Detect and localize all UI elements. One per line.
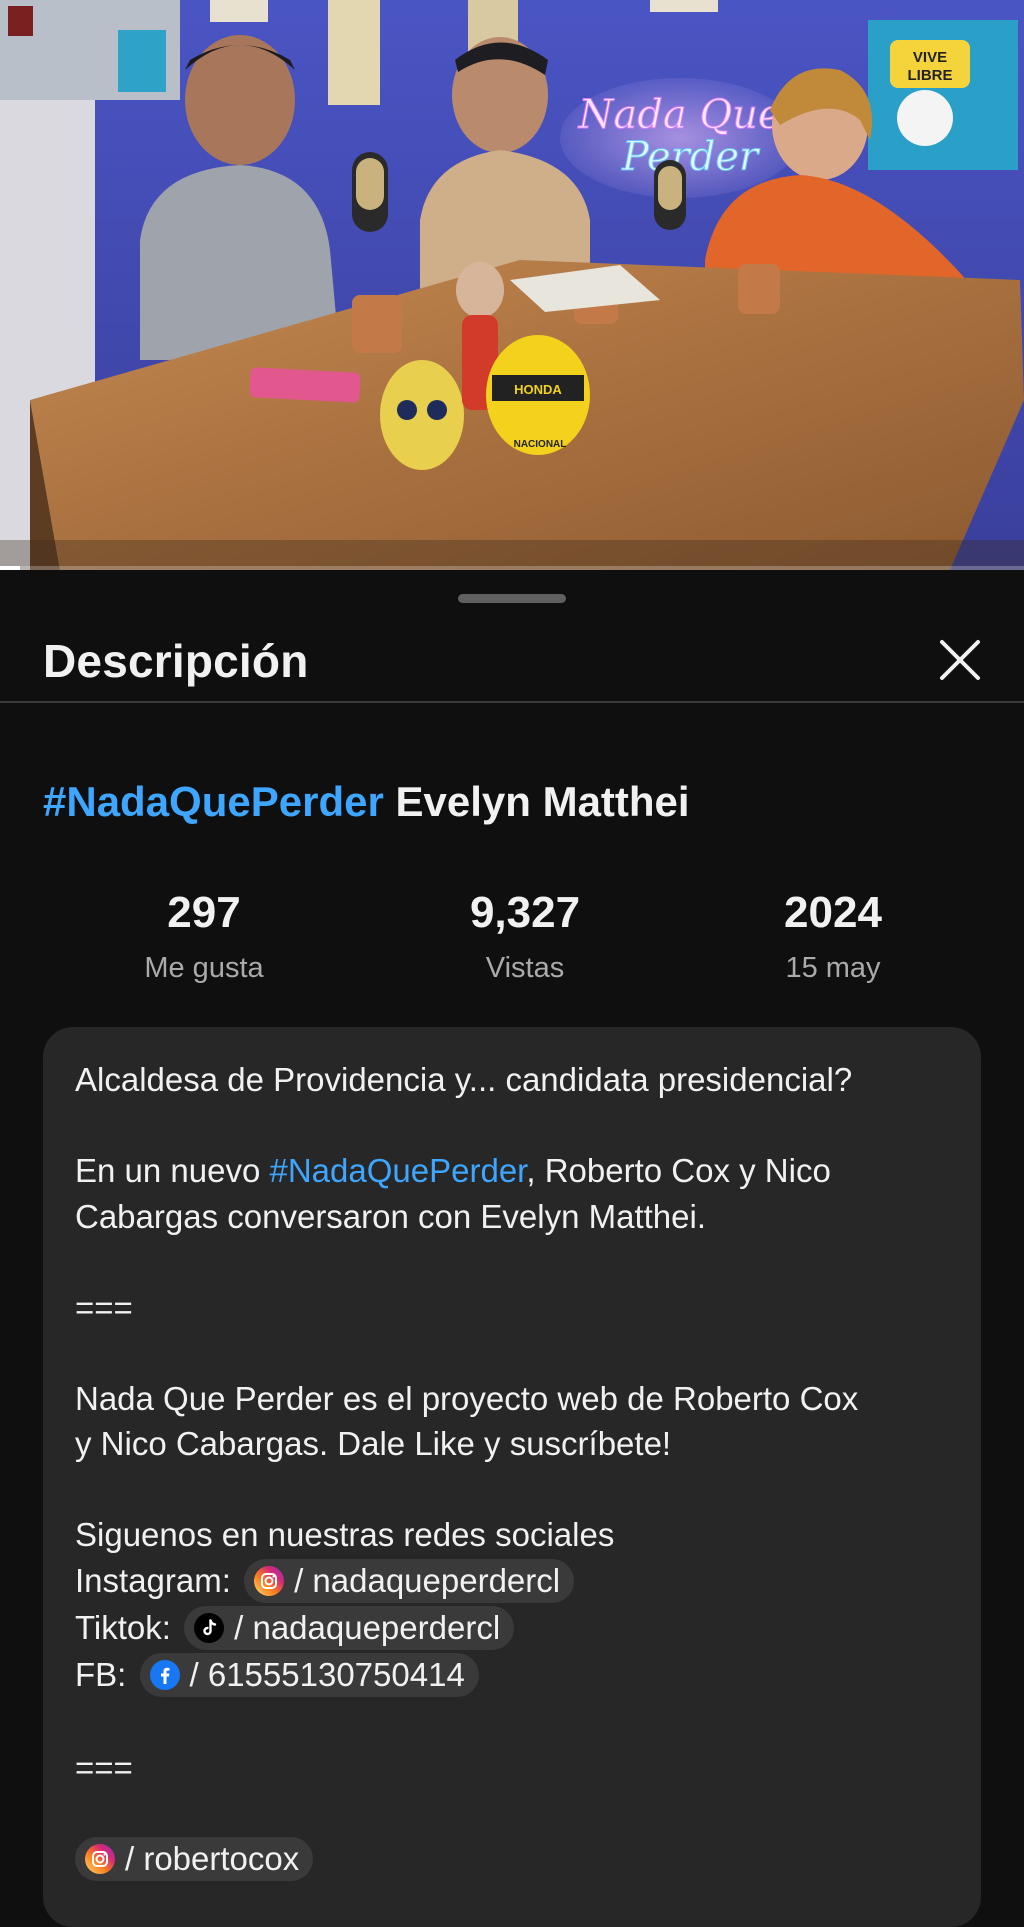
instagram-handle: / nadaqueperdercl [294,1561,561,1599]
stat-date: 2024 15 may [703,888,963,985]
video-progress-fill [0,566,21,570]
description-line: Cabargas conversaron con Evelyn Matthei. [75,1197,706,1235]
instagram-icon [85,1844,115,1875]
drag-handle[interactable] [458,594,566,603]
video-title-hashtag[interactable]: #NadaQuePerder [43,778,384,825]
video-title-name: Evelyn Matthei [395,778,690,825]
svg-text:VIVE: VIVE [913,49,947,66]
description-line: Siguenos en nuestras redes sociales [75,1516,615,1553]
svg-text:Perder: Perder [621,134,761,180]
close-icon [940,640,980,680]
video-title: #NadaQuePerder Evelyn Matthei [43,778,690,826]
instagram-link-chip[interactable]: / nadaqueperdercl [244,1558,575,1603]
views-count: 9,327 [469,888,581,937]
close-button[interactable] [934,634,986,686]
description-box: Alcaldesa de Providencia y... candidata … [43,1027,981,1927]
stat-likes: 297 Me gusta [74,888,334,985]
tiktok-icon [194,1613,225,1644]
stat-views: 9,327 Vistas [395,888,655,985]
video-player[interactable]: VIVE LIBRE Nada Que Perder HONDA NACIONA… [0,0,1024,570]
description-paragraph: En un nuevo #NadaQuePerder, Roberto Cox … [75,1148,949,1194]
tiktok-handle: / nadaqueperdercl [234,1609,501,1647]
description-text: , Roberto Cox y Nico [526,1152,831,1189]
host-instagram-link-chip[interactable]: / robertocox [75,1837,314,1882]
description-line: Alcaldesa de Providencia y... candidata … [75,1061,853,1098]
facebook-row: FB: / 61555130750414 [75,1652,949,1699]
facebook-handle: / 61555130750414 [189,1656,465,1694]
description-text: En un nuevo [75,1152,270,1189]
description-line: y Nico Cabargas. Dale Like y suscríbete! [75,1425,672,1462]
svg-text:NACIONAL: NACIONAL [514,439,567,450]
facebook-label: FB: [75,1656,136,1694]
likes-label: Me gusta [144,952,264,984]
likes-count: 297 [167,888,241,937]
svg-text:HONDA: HONDA [514,382,562,397]
video-stats: 297 Me gusta 9,327 Vistas 2024 15 may [0,888,1024,998]
views-label: Vistas [485,952,565,984]
tiktok-row: Tiktok: / nadaqueperdercl [75,1605,949,1652]
sheet-title: Descripción [43,635,309,687]
publish-year: 2024 [784,888,882,937]
description-line: Nada Que Perder es el proyecto web de Ro… [75,1379,859,1417]
hashtag-link[interactable]: #NadaQuePerder [270,1152,527,1189]
video-frame: VIVE LIBRE Nada Que Perder HONDA NACIONA… [0,0,1024,570]
facebook-icon [149,1660,180,1691]
host-instagram-handle: / robertocox [125,1840,300,1878]
instagram-icon [254,1565,285,1596]
host-instagram-row: / robertocox [75,1836,949,1883]
instagram-label: Instagram: [75,1561,241,1599]
facebook-link-chip[interactable]: / 61555130750414 [139,1653,479,1698]
tiktok-link-chip[interactable]: / nadaqueperdercl [184,1606,515,1651]
description-sheet: Descripción #NadaQuePerder Evelyn Matthe… [0,570,1024,1927]
svg-text:LIBRE: LIBRE [908,67,953,84]
svg-text:Nada Que: Nada Que [577,92,781,138]
instagram-row: Instagram: / nadaqueperdercl [75,1558,949,1605]
tiktok-label: Tiktok: [75,1608,181,1646]
sheet-header: Descripción [0,620,1024,703]
separator-line: === [75,1748,133,1786]
separator-line: === [75,1288,133,1326]
publish-date: 15 may [785,952,881,984]
